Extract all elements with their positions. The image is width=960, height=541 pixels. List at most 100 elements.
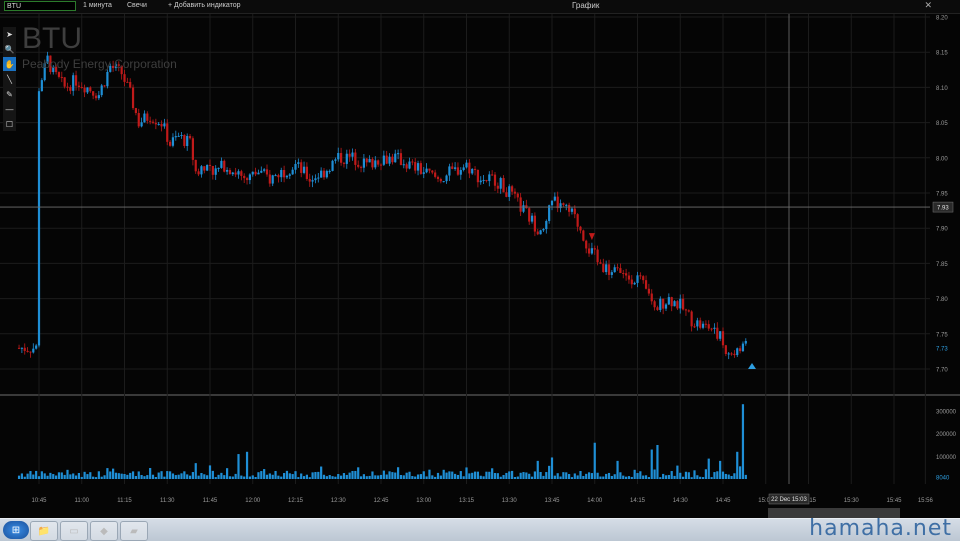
candle-body xyxy=(365,158,368,163)
time-tick-label: 14:30 xyxy=(673,498,689,504)
candle-body xyxy=(556,196,559,209)
candle-body xyxy=(405,164,408,169)
candle-body xyxy=(496,185,499,189)
candle-body xyxy=(23,347,26,351)
volume-bar xyxy=(625,476,628,479)
candle-body xyxy=(294,163,297,170)
select-arrow-icon[interactable]: ➤ xyxy=(3,27,16,41)
candle-body xyxy=(616,267,619,269)
pan-hand-icon[interactable]: ✋ xyxy=(3,57,16,71)
volume-bar xyxy=(342,473,346,479)
volume-bar xyxy=(40,471,43,479)
candle-body xyxy=(536,231,539,235)
volume-bar xyxy=(297,477,300,479)
crosshair-time-label: 22 Dec 15:03 xyxy=(771,497,807,503)
volume-bar xyxy=(368,475,371,479)
volume-bar xyxy=(69,474,72,479)
candle-body xyxy=(285,175,289,178)
file-explorer-icon[interactable]: 📁 xyxy=(30,521,58,541)
candle-body xyxy=(100,85,103,96)
start-button-icon[interactable]: ⊞ xyxy=(3,521,29,539)
candle-body xyxy=(402,164,405,166)
price-chart[interactable]: 8.20 8.15 8.10 8.05 8.00 7.95 7.90 7.85 7.80 7.75… xyxy=(0,0,960,518)
time-tick-label: 14:00 xyxy=(587,498,603,504)
candle-body xyxy=(539,230,542,235)
volume-bar xyxy=(308,477,311,479)
volume-bar xyxy=(280,476,283,479)
volume-bar xyxy=(445,472,448,479)
volume-bar xyxy=(37,476,41,479)
horizontal-line-icon[interactable]: — xyxy=(3,102,16,116)
candle-body xyxy=(320,170,323,178)
candle-body xyxy=(72,75,75,91)
close-icon[interactable]: ✕ xyxy=(924,0,932,11)
volume-tick-label: 8040 xyxy=(936,476,950,482)
ticker-watermark: BTU xyxy=(22,22,82,55)
candle-body xyxy=(416,163,420,171)
candle-body xyxy=(268,174,271,184)
volume-bar xyxy=(610,475,613,479)
rectangle-tool-icon[interactable]: ☐ xyxy=(3,117,16,131)
candle-body xyxy=(214,168,217,175)
line-tool-icon[interactable]: ╲ xyxy=(3,72,16,86)
volume-bar xyxy=(550,457,554,479)
volume-bar xyxy=(157,472,160,479)
pen-tool-icon[interactable]: ✎ xyxy=(3,87,16,101)
candle-body xyxy=(696,320,699,327)
chart-style-dropdown[interactable]: Свечи xyxy=(127,2,147,9)
volume-bar xyxy=(542,475,545,479)
volume-bar xyxy=(488,471,491,479)
volume-bar xyxy=(636,473,639,479)
volume-bar xyxy=(434,476,437,479)
candle-body xyxy=(505,192,508,197)
volume-bar xyxy=(448,471,451,479)
time-tick-label: 11:30 xyxy=(160,498,175,504)
zoom-icon[interactable]: 🔍 xyxy=(3,42,16,56)
volume-bar xyxy=(570,477,574,479)
candle-body xyxy=(482,179,485,181)
volume-bar xyxy=(696,475,699,479)
candle-body xyxy=(593,248,596,250)
volume-bar xyxy=(465,467,468,479)
volume-bar xyxy=(439,475,442,479)
blank-document-icon[interactable]: ▭ xyxy=(60,521,88,541)
candle-body xyxy=(234,172,237,175)
nvidia-app-icon[interactable]: ◆ xyxy=(90,521,118,541)
time-tick-label: 13:30 xyxy=(502,498,518,504)
volume-bar xyxy=(462,476,465,479)
trading-app-icon[interactable]: ▰ xyxy=(120,521,148,541)
candle-body xyxy=(106,71,109,87)
candle-body xyxy=(701,323,705,328)
candle-body xyxy=(530,215,534,222)
candle-body xyxy=(374,160,377,168)
volume-bar xyxy=(519,472,522,479)
volume-bar xyxy=(63,474,66,479)
interval-dropdown[interactable]: 1 минута xyxy=(83,2,112,9)
volume-bar xyxy=(140,475,143,479)
candle-body xyxy=(348,153,351,157)
symbol-input[interactable] xyxy=(4,1,76,11)
add-indicator-button[interactable]: + Добавить индикатор xyxy=(168,2,241,9)
price-tick-label: 7.70 xyxy=(936,368,948,374)
volume-bar xyxy=(653,469,656,479)
candle-body xyxy=(254,171,257,175)
volume-bar xyxy=(180,473,183,479)
volume-bar xyxy=(214,477,217,479)
volume-bar xyxy=(530,476,534,479)
candle-body xyxy=(377,160,380,165)
volume-bar xyxy=(377,475,380,479)
candle-body xyxy=(642,276,645,281)
candle-body xyxy=(89,87,92,92)
volume-bar xyxy=(251,475,254,479)
candle-body xyxy=(17,347,21,349)
volume-bar xyxy=(616,460,619,479)
candle-body xyxy=(160,123,163,127)
volume-bar xyxy=(391,472,394,479)
candle-body xyxy=(744,341,747,344)
candle-body xyxy=(371,158,374,168)
last-price-label: 7.73 xyxy=(936,346,948,352)
volume-bar xyxy=(485,471,488,479)
candle-body xyxy=(741,343,745,352)
volume-bar xyxy=(388,471,391,479)
volume-bar xyxy=(704,469,707,479)
